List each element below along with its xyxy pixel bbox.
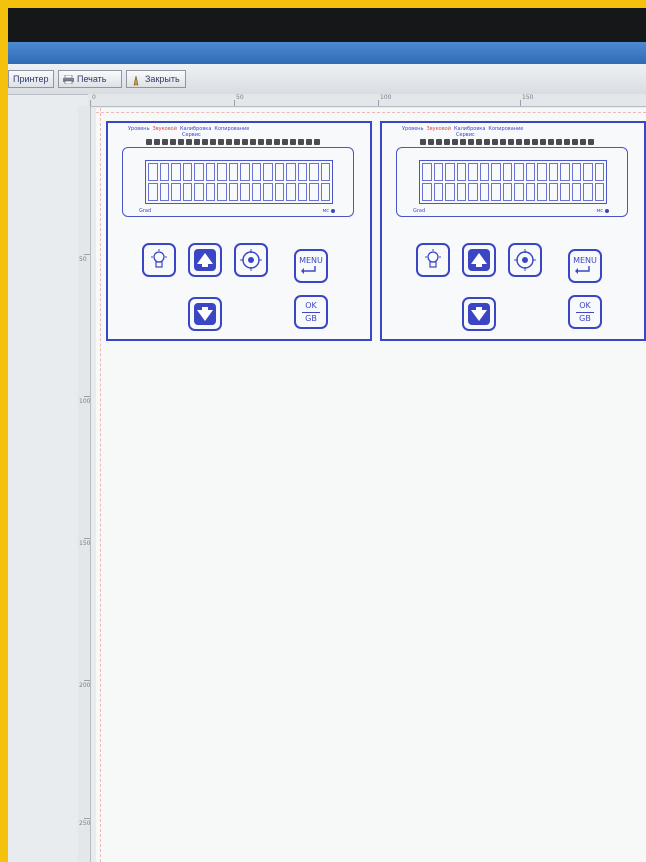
- ruler-mark: 50: [236, 94, 244, 101]
- ruler-mark: 50: [79, 256, 87, 263]
- light-button[interactable]: [142, 243, 176, 277]
- ruler-mark: 0: [92, 94, 96, 101]
- screen: Принтер Печать Закрыть 0 50 100 150 50 1…: [8, 8, 646, 862]
- print-button-label: Печать: [77, 74, 107, 84]
- close-button-label: Закрыть: [145, 74, 180, 84]
- target-button[interactable]: [508, 243, 542, 277]
- ruler-mark: 250: [79, 820, 91, 827]
- light-button[interactable]: [416, 243, 450, 277]
- lcd-left-label: Grad: [413, 208, 426, 214]
- ruler-mark: 100: [380, 94, 392, 101]
- menu-button[interactable]: MENU: [294, 249, 328, 283]
- tab-label: Звуковой: [426, 126, 451, 132]
- ok-button[interactable]: OK GB: [294, 295, 328, 329]
- lcd-right-label: мс: [322, 208, 329, 214]
- print-button[interactable]: Печать: [58, 70, 122, 88]
- ruler-mark: 150: [79, 540, 91, 547]
- up-button[interactable]: [462, 243, 496, 277]
- lcd-indicator-dot: [605, 209, 609, 213]
- keypad-panel-left: Уровень Звуковой Калибровка Копирование Сер…: [106, 121, 372, 341]
- menu-button-label: MENU: [573, 256, 597, 265]
- enter-arrow-icon: [573, 265, 597, 275]
- ruler-mark: 200: [79, 682, 91, 689]
- subtab-label: Сервис: [456, 132, 475, 138]
- printer-setup-button[interactable]: Принтер: [8, 70, 54, 88]
- ruler-mark: 100: [79, 398, 91, 405]
- crosshair-icon: [239, 248, 263, 272]
- tab-label: Звуковой: [152, 126, 177, 132]
- tab-label: Уровень: [402, 126, 424, 132]
- menu-button[interactable]: MENU: [568, 249, 602, 283]
- lcd-display: Grad мс: [122, 147, 354, 217]
- led-row: [420, 139, 594, 145]
- led-row: [146, 139, 320, 145]
- crosshair-icon: [513, 248, 537, 272]
- ruler-mark: 150: [522, 94, 534, 101]
- menu-button-label: MENU: [299, 256, 323, 265]
- ok-button-sub-label: GB: [579, 313, 591, 323]
- lightbulb-icon: [149, 249, 169, 271]
- target-button[interactable]: [234, 243, 268, 277]
- arrow-up-icon: [467, 248, 491, 272]
- lcd-character-grid: [419, 160, 607, 204]
- down-button[interactable]: [462, 297, 496, 331]
- arrow-down-icon: [467, 302, 491, 326]
- printer-setup-button-label: Принтер: [13, 74, 49, 84]
- printer-icon: [63, 74, 74, 84]
- arrow-down-icon: [193, 302, 217, 326]
- ok-button[interactable]: OK GB: [568, 295, 602, 329]
- close-button[interactable]: Закрыть: [126, 70, 186, 88]
- enter-arrow-icon: [299, 265, 323, 275]
- up-button[interactable]: [188, 243, 222, 277]
- lcd-indicator-dot: [331, 209, 335, 213]
- lcd-character-grid: [145, 160, 333, 204]
- dark-top-bar: [8, 8, 646, 42]
- ok-button-label: OK: [579, 300, 591, 310]
- horizontal-ruler: 0 50 100 150: [88, 94, 646, 107]
- ok-button-label: OK: [305, 300, 317, 310]
- lcd-display: Grad мс: [396, 147, 628, 217]
- lcd-left-label: Grad: [139, 208, 152, 214]
- title-bar: [8, 42, 646, 64]
- margin-guide: [96, 112, 646, 113]
- tab-label: Копирование: [488, 126, 524, 132]
- close-doc-icon: [131, 75, 142, 85]
- lcd-right-label: мс: [596, 208, 603, 214]
- arrow-up-icon: [193, 248, 217, 272]
- subtab-label: Сервис: [182, 132, 201, 138]
- margin-guide: [100, 108, 101, 862]
- tab-label: Уровень: [128, 126, 150, 132]
- lightbulb-icon: [423, 249, 443, 271]
- ok-button-sub-label: GB: [305, 313, 317, 323]
- keypad-panel-right: Уровень Звуковой Калибровка Копирование Сер…: [380, 121, 646, 341]
- vertical-ruler: 50 100 150 200 250: [78, 106, 91, 862]
- tab-label: Копирование: [214, 126, 250, 132]
- down-button[interactable]: [188, 297, 222, 331]
- toolbar: Принтер Печать Закрыть: [8, 64, 646, 95]
